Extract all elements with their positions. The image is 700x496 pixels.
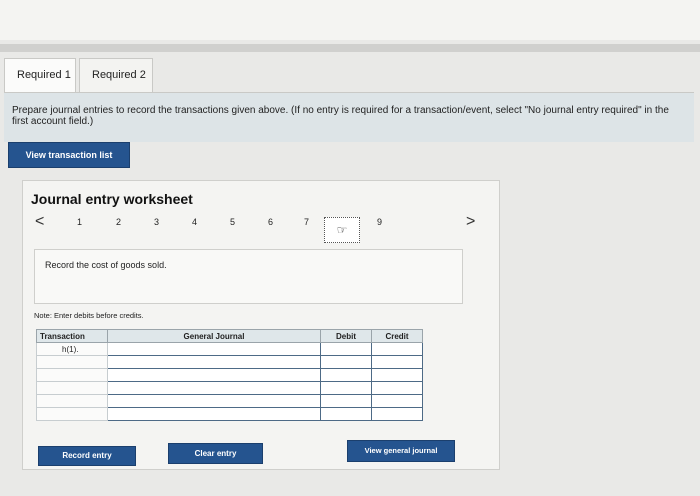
step-5[interactable]: 5 (230, 217, 235, 227)
journal-table: Transaction General Journal Debit Credit… (36, 329, 423, 421)
table-row (36, 381, 423, 395)
table-header-row: Transaction General Journal Debit Credit (36, 329, 423, 343)
step-8-current[interactable]: ☞ (324, 217, 360, 243)
description-text: Record the cost of goods sold. (45, 260, 167, 270)
transaction-cell (36, 394, 108, 408)
top-bar (0, 0, 700, 40)
credit-input[interactable] (371, 342, 423, 356)
account-input[interactable] (107, 394, 321, 408)
credit-input[interactable] (371, 381, 423, 395)
header-transaction: Transaction (36, 329, 108, 343)
table-row (36, 407, 423, 421)
table-row (36, 355, 423, 369)
debit-input[interactable] (320, 342, 372, 356)
account-input[interactable] (107, 355, 321, 369)
view-transaction-list-button[interactable]: View transaction list (8, 142, 130, 168)
transaction-cell (36, 381, 108, 395)
step-6[interactable]: 6 (268, 217, 273, 227)
hand-pointer-icon: ☞ (336, 223, 348, 237)
debit-input[interactable] (320, 381, 372, 395)
header-general-journal: General Journal (107, 329, 321, 343)
transaction-label: h(1). (62, 344, 79, 354)
account-input[interactable] (107, 342, 321, 356)
debit-input[interactable] (320, 368, 372, 382)
tab-required-2[interactable]: Required 2 (79, 58, 153, 92)
worksheet-title: Journal entry worksheet (31, 191, 193, 207)
step-9[interactable]: 9 (377, 217, 382, 227)
tab-required-1[interactable]: Required 1 (4, 58, 76, 92)
step-2[interactable]: 2 (116, 217, 121, 227)
view-general-journal-button[interactable]: View general journal (347, 440, 455, 462)
step-7[interactable]: 7 (304, 217, 309, 227)
step-4[interactable]: 4 (192, 217, 197, 227)
debit-input[interactable] (320, 355, 372, 369)
transaction-cell: h(1). (36, 342, 108, 356)
account-input[interactable] (107, 407, 321, 421)
note-text: Note: Enter debits before credits. (34, 311, 144, 320)
next-arrow-icon[interactable]: > (466, 213, 475, 231)
account-input[interactable] (107, 368, 321, 382)
credit-input[interactable] (371, 407, 423, 421)
credit-input[interactable] (371, 368, 423, 382)
credit-input[interactable] (371, 355, 423, 369)
transaction-description: Record the cost of goods sold. (34, 249, 463, 304)
instructions-text: Prepare journal entries to record the tr… (4, 92, 694, 142)
record-entry-button[interactable]: Record entry (38, 446, 136, 466)
journal-entry-worksheet: Journal entry worksheet < 1 2 3 4 5 6 7 … (22, 180, 500, 470)
header-divider (0, 44, 700, 52)
transaction-cell (36, 407, 108, 421)
table-row (36, 368, 423, 382)
credit-input[interactable] (371, 394, 423, 408)
debit-input[interactable] (320, 407, 372, 421)
table-row: h(1). (36, 342, 423, 356)
account-input[interactable] (107, 381, 321, 395)
step-1[interactable]: 1 (77, 217, 82, 227)
debit-input[interactable] (320, 394, 372, 408)
header-debit: Debit (320, 329, 372, 343)
clear-entry-button[interactable]: Clear entry (168, 443, 263, 464)
table-row (36, 394, 423, 408)
prev-arrow-icon[interactable]: < (35, 213, 44, 231)
header-credit: Credit (371, 329, 423, 343)
step-3[interactable]: 3 (154, 217, 159, 227)
transaction-cell (36, 355, 108, 369)
transaction-cell (36, 368, 108, 382)
